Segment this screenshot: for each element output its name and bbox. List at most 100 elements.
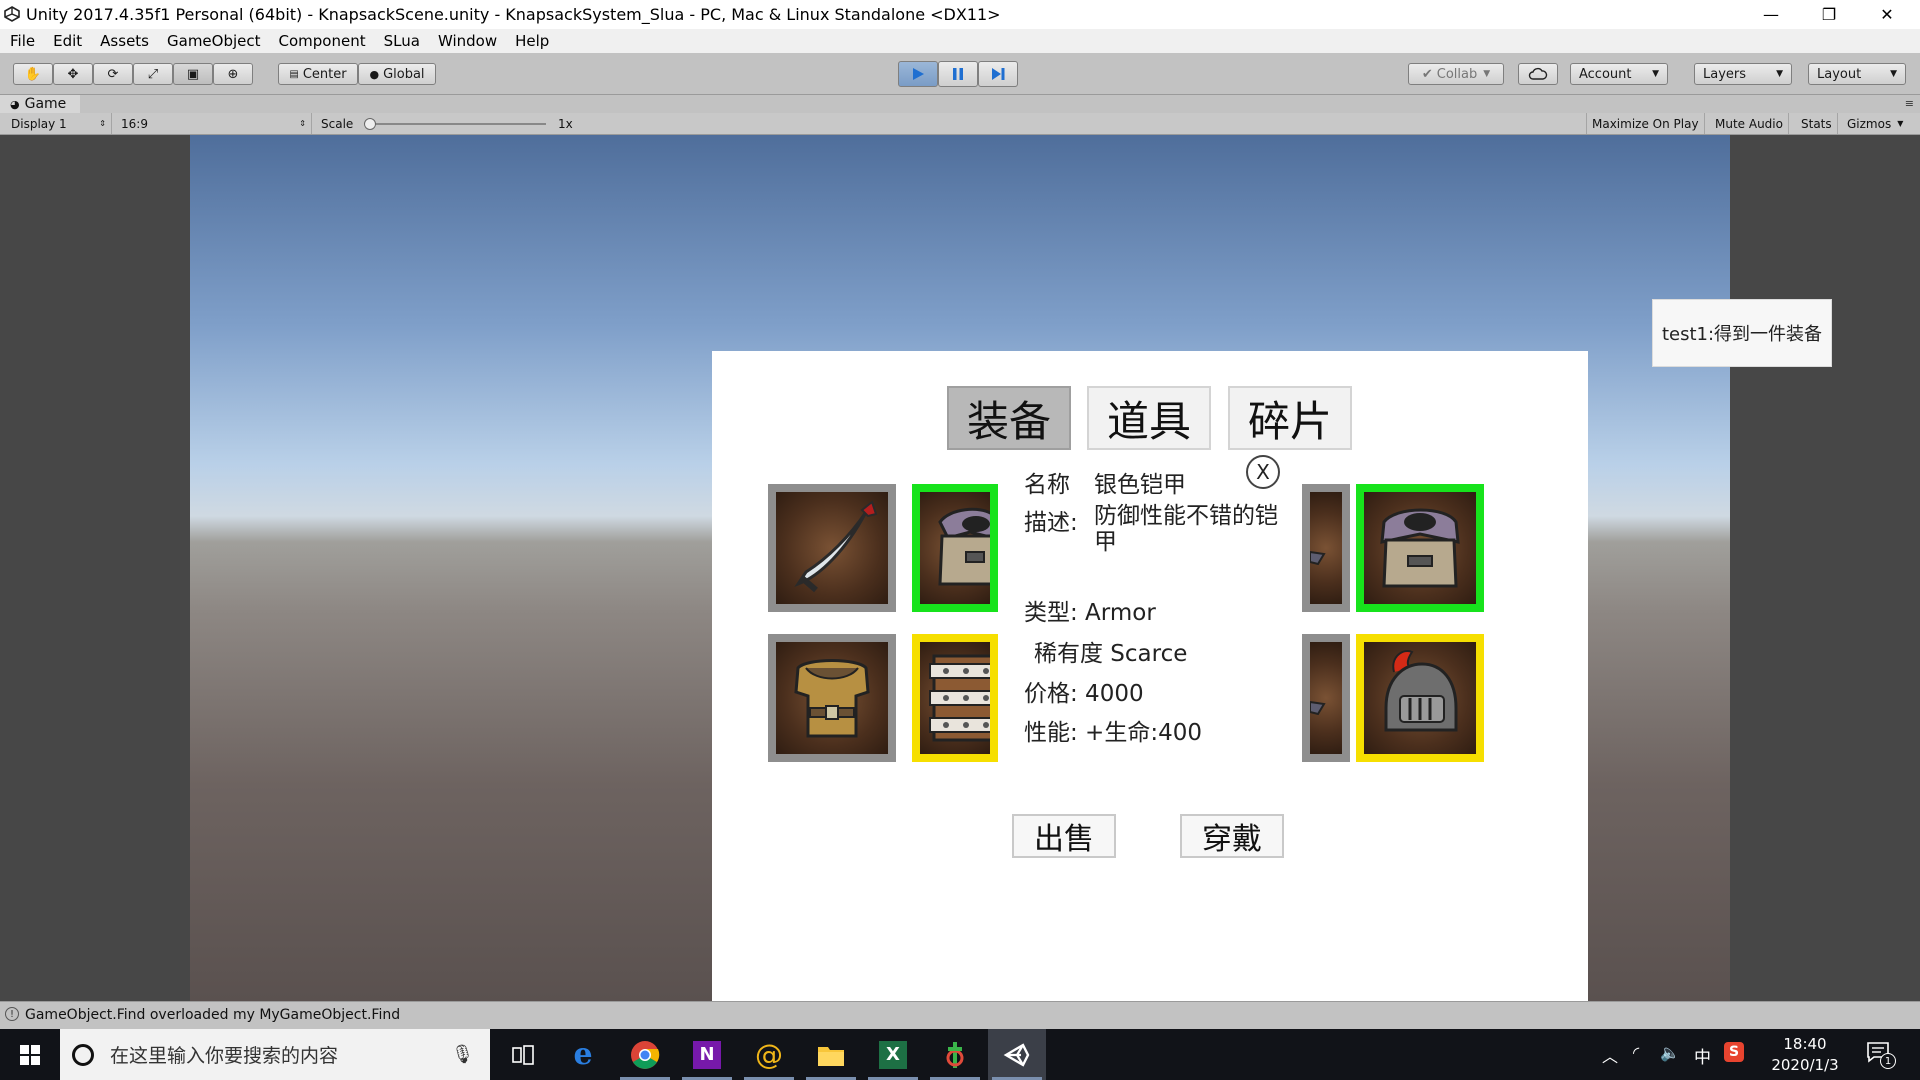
excel-app[interactable]: X: [864, 1029, 922, 1080]
edge-icon: e: [573, 1037, 593, 1072]
chevron-down-icon: ▼: [1652, 69, 1659, 79]
git-icon: [946, 1041, 964, 1068]
inventory-slot[interactable]: [1356, 634, 1484, 762]
start-button[interactable]: [0, 1029, 60, 1080]
app-swirl-icon: @: [755, 1038, 783, 1071]
collab-dropdown[interactable]: ✔ Collab ▼: [1408, 63, 1504, 85]
hand-tool-button[interactable]: ✋: [13, 63, 53, 85]
network-icon[interactable]: ◜: [1633, 1043, 1639, 1062]
menu-file[interactable]: File: [10, 32, 35, 50]
game-tab-strip: ◕ Game ≡: [0, 95, 1920, 113]
transform-tool-button[interactable]: ⊕: [213, 63, 253, 85]
taskbar-search-box[interactable]: 在这里输入你要搜索的内容 🎙: [60, 1029, 490, 1080]
scale-slider-track[interactable]: [366, 123, 546, 125]
menu-slua[interactable]: SLua: [384, 32, 420, 50]
sogou-icon[interactable]: S: [1724, 1042, 1744, 1062]
stats-toggle[interactable]: Stats: [1796, 113, 1838, 134]
unity-app[interactable]: [988, 1029, 1046, 1080]
collab-label: Collab: [1436, 66, 1478, 82]
menu-edit[interactable]: Edit: [53, 32, 82, 50]
move-tool-button[interactable]: ✥: [53, 63, 93, 85]
tab-items[interactable]: 道具: [1087, 386, 1211, 450]
equip-button[interactable]: 穿戴: [1180, 814, 1284, 858]
gizmos-label: Gizmos: [1847, 116, 1892, 131]
menu-gameobject[interactable]: GameObject: [167, 32, 261, 50]
restore-button[interactable]: ❐: [1800, 0, 1858, 29]
inventory-slot[interactable]: [768, 634, 896, 762]
rotate-tool-button[interactable]: ⟳: [93, 63, 133, 85]
close-window-button[interactable]: ✕: [1858, 0, 1916, 29]
layout-dropdown[interactable]: Layout ▼: [1808, 63, 1906, 85]
window-title: Unity 2017.4.35f1 Personal (64bit) - Kna…: [26, 5, 1001, 24]
task-view-button[interactable]: [494, 1029, 552, 1080]
layout-label: Layout: [1817, 66, 1862, 82]
excel-icon: X: [879, 1040, 907, 1069]
maximize-on-play-toggle[interactable]: Maximize On Play: [1586, 113, 1705, 134]
clock-time[interactable]: 18:40: [1770, 1035, 1840, 1053]
unity-logo-icon: [4, 6, 20, 22]
microphone-icon[interactable]: 🎙: [451, 1044, 474, 1065]
scale-slider-thumb[interactable]: [364, 118, 376, 130]
item-rarity: 稀有度 Scarce: [1034, 641, 1188, 667]
layers-dropdown[interactable]: Layers ▼: [1694, 63, 1792, 85]
aspect-dropdown[interactable]: 16:9 ⇕: [116, 113, 312, 134]
rect-icon: ▣: [186, 66, 200, 82]
gizmos-dropdown[interactable]: Gizmos ▼: [1842, 113, 1908, 134]
hand-icon: ✋: [24, 66, 42, 82]
game-tab[interactable]: ◕ Game: [0, 95, 80, 113]
edge-app[interactable]: e: [554, 1029, 612, 1080]
notification-center-button[interactable]: 1: [1866, 1041, 1896, 1069]
account-dropdown[interactable]: Account ▼: [1570, 63, 1668, 85]
chrome-app[interactable]: [616, 1029, 674, 1080]
inventory-slot[interactable]: [768, 484, 896, 612]
belt-icon: [929, 654, 990, 742]
item-performance: 性能: +生命:400: [1024, 720, 1202, 746]
file-explorer-app[interactable]: [802, 1029, 860, 1080]
cloud-button[interactable]: [1518, 63, 1558, 85]
inventory-slot[interactable]: [912, 634, 998, 762]
volume-icon[interactable]: 🔈: [1660, 1043, 1680, 1062]
move-icon: ✥: [67, 66, 79, 82]
minimize-button[interactable]: —: [1742, 0, 1800, 29]
pivot-icon: ▤: [289, 68, 299, 80]
inventory-slot[interactable]: [1356, 484, 1484, 612]
pause-button[interactable]: [938, 61, 978, 87]
tab-equipment[interactable]: 装备: [947, 386, 1071, 450]
inventory-slot[interactable]: [912, 484, 998, 612]
game-viewport: 装备 道具 碎片 X 名称 银色铠甲 描述: 防御性能不错的铠甲 类型: Arm…: [0, 135, 1920, 1059]
ime-indicator[interactable]: 中: [1694, 1043, 1711, 1068]
title-bar: Unity 2017.4.35f1 Personal (64bit) - Kna…: [0, 0, 1920, 29]
console-status-bar[interactable]: ! GameObject.Find overloaded my MyGameOb…: [0, 1001, 1920, 1029]
step-button[interactable]: [978, 61, 1018, 87]
pivot-global-button[interactable]: ● Global: [358, 63, 436, 85]
tab-menu-icon[interactable]: ≡: [1905, 97, 1914, 110]
account-label: Account: [1579, 66, 1632, 82]
item-desc-label: 描述:: [1024, 510, 1078, 536]
menu-assets[interactable]: Assets: [100, 32, 149, 50]
sell-button[interactable]: 出售: [1012, 814, 1116, 858]
chevron-up-icon[interactable]: ︿: [1602, 1043, 1618, 1067]
close-detail-button[interactable]: X: [1246, 455, 1280, 489]
item-price: 价格: 4000: [1024, 681, 1144, 707]
inventory-slot[interactable]: [1302, 634, 1350, 762]
menu-component[interactable]: Component: [279, 32, 366, 50]
mute-audio-toggle[interactable]: Mute Audio: [1710, 113, 1789, 134]
onenote-app[interactable]: N: [678, 1029, 736, 1080]
display-dropdown[interactable]: Display 1 ⇕: [6, 113, 112, 134]
display-label: Display 1: [11, 116, 67, 131]
leather-armor-icon: [794, 659, 870, 738]
menu-help[interactable]: Help: [515, 32, 549, 50]
menu-window[interactable]: Window: [438, 32, 497, 50]
step-icon: [992, 68, 1005, 80]
scale-tool-button[interactable]: ⤢: [133, 63, 173, 85]
pivot-center-button[interactable]: ▤ Center: [278, 63, 358, 85]
armor-icon: [1380, 508, 1460, 588]
file-explorer-icon: [818, 1046, 844, 1066]
swirl-app[interactable]: @: [740, 1029, 798, 1080]
git-app[interactable]: [926, 1029, 984, 1080]
play-button[interactable]: [898, 61, 938, 87]
clock-date[interactable]: 2020/1/3: [1764, 1056, 1846, 1074]
inventory-slot[interactable]: [1302, 484, 1350, 612]
tab-fragments[interactable]: 碎片: [1228, 386, 1352, 450]
rect-tool-button[interactable]: ▣: [173, 63, 213, 85]
